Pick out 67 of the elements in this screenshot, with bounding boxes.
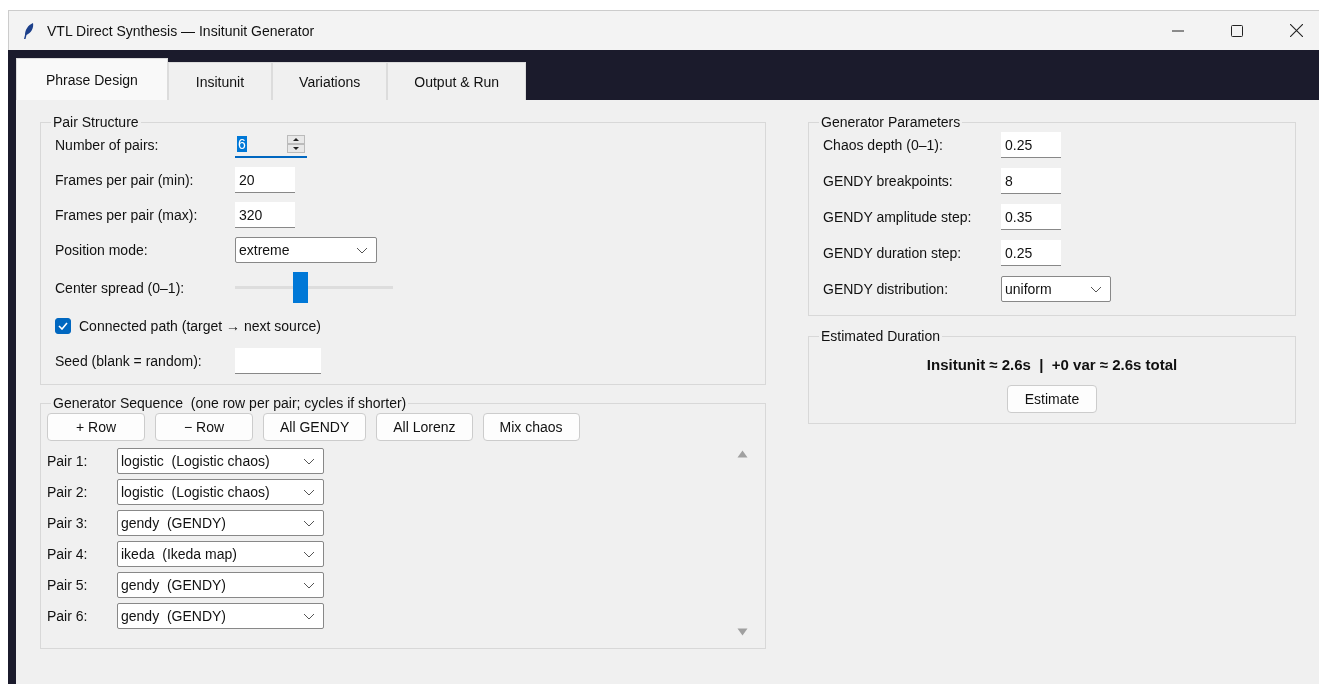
field-label: GENDY distribution: [823, 281, 948, 297]
input-field[interactable]: 320 [235, 202, 295, 228]
field-label: Frames per pair (min): [55, 172, 194, 188]
group-title: Pair Structure [52, 114, 140, 130]
tab[interactable]: Output & Run [387, 62, 527, 100]
check-icon [58, 322, 68, 330]
group-title: Generator Parameters [820, 114, 962, 130]
toolbar-button[interactable]: All Lorenz [376, 413, 473, 441]
field-label: Number of pairs: [55, 137, 159, 153]
feather-icon [23, 21, 35, 40]
scroll-down-icon[interactable] [736, 628, 748, 636]
field-label: Chaos depth (0–1): [823, 137, 943, 153]
chevron-down-icon [303, 612, 315, 620]
field-label: Position mode: [55, 242, 148, 258]
window-title: VTL Direct Synthesis — Insitunit Generator [47, 22, 315, 39]
pair-label: Pair 2: [47, 484, 89, 500]
field-label: Seed (blank = random): [55, 353, 202, 369]
input-field[interactable]: 0.35 [1001, 204, 1061, 230]
chevron-down-icon [303, 550, 315, 558]
chevron-down-icon [303, 519, 315, 527]
toolbar-button[interactable]: + Row [47, 413, 145, 441]
chevron-down-icon [303, 581, 315, 589]
input-field[interactable] [235, 348, 321, 374]
close-icon[interactable] [1290, 24, 1303, 37]
slider-thumb[interactable] [293, 272, 309, 303]
chevron-down-icon [356, 246, 368, 254]
duration-summary: Insitunit ≈ 2.6s | +0 var ≈ 2.6s total [926, 356, 1178, 373]
field-label: GENDY duration step: [823, 245, 962, 261]
dropdown[interactable]: uniform [1001, 276, 1111, 302]
group-title: Generator Sequence (one row per pair; cycles if shorter) [52, 395, 408, 411]
dropdown[interactable]: gendy (GENDY) [117, 572, 324, 598]
dropdown[interactable]: ikeda (Ikeda map) [117, 541, 324, 567]
maximize-icon[interactable] [1231, 24, 1243, 37]
field-label: Center spread (0–1): [55, 280, 185, 296]
field-label: Frames per pair (max): [55, 207, 198, 223]
field-label: GENDY breakpoints: [823, 173, 953, 189]
input-field[interactable]: 20 [235, 167, 295, 193]
checkbox-label: Connected path (target → next source) [79, 318, 322, 334]
dropdown[interactable]: logistic (Logistic chaos) [117, 479, 324, 505]
dropdown[interactable]: gendy (GENDY) [117, 603, 324, 629]
dropdown[interactable]: logistic (Logistic chaos) [117, 448, 324, 474]
pair-label: Pair 1: [47, 453, 89, 469]
dropdown[interactable]: extreme [235, 237, 377, 263]
group-title: Estimated Duration [820, 328, 942, 344]
scroll-up-icon[interactable] [736, 450, 748, 458]
toolbar-button[interactable]: All GENDY [263, 413, 367, 441]
chevron-down-icon [1090, 285, 1102, 293]
toolbar-button[interactable]: Mix chaos [482, 413, 580, 441]
chevron-down-icon [303, 457, 315, 465]
pair-label: Pair 5: [47, 577, 89, 593]
tab[interactable]: Variations [272, 62, 388, 100]
slider[interactable] [235, 272, 393, 304]
field-label: GENDY amplitude step: [823, 209, 972, 225]
input-field[interactable]: 8 [1001, 168, 1061, 194]
pair-label: Pair 6: [47, 608, 89, 624]
dropdown[interactable]: gendy (GENDY) [117, 510, 324, 536]
pair-label: Pair 4: [47, 546, 89, 562]
estimate-button[interactable]: Estimate [1006, 385, 1098, 413]
tab[interactable]: Phrase Design [16, 58, 168, 100]
tab[interactable]: Insitunit [167, 62, 273, 100]
chevron-down-icon [303, 488, 315, 496]
spin-box[interactable]: 6 [235, 132, 307, 158]
input-field[interactable]: 0.25 [1001, 132, 1061, 158]
pair-label: Pair 3: [47, 515, 89, 531]
input-field[interactable]: 0.25 [1001, 240, 1061, 266]
checkbox[interactable] [55, 318, 71, 334]
toolbar-button[interactable]: − Row [155, 413, 253, 441]
